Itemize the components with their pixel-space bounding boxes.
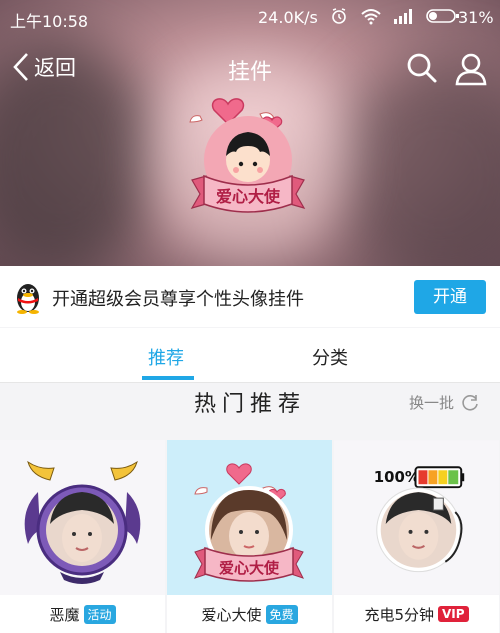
signal-icon xyxy=(394,9,412,24)
status-icons xyxy=(330,7,460,25)
vip-banner: 开通超级会员尊享个性头像挂件 开通 xyxy=(0,266,500,327)
pendant-card-charging[interactable]: 100% 充电5分钟 VIP xyxy=(334,440,499,633)
user-icon[interactable] xyxy=(454,52,488,86)
tab-recommend[interactable]: 推荐 xyxy=(148,344,184,370)
pendant-card-devil[interactable]: 恶魔 活动 xyxy=(0,440,165,633)
refresh-label: 换一批 xyxy=(409,394,455,412)
battery-icon xyxy=(426,9,459,23)
activity-tag: 活动 xyxy=(83,604,116,624)
card-caption: 充电5分钟 VIP xyxy=(334,595,499,633)
vip-tag: VIP xyxy=(438,606,469,622)
status-bar: 上午10:58 24.0K/s 31% xyxy=(0,0,500,36)
featured-pendant-label: 爱心大使 xyxy=(216,187,281,206)
free-tag: 免费 xyxy=(265,604,298,624)
status-time: 上午10:58 xyxy=(10,12,89,31)
battery-percentage: 31% xyxy=(458,8,494,27)
tab-bar: 推荐 分类 xyxy=(0,328,500,382)
devil-pendant-image xyxy=(0,440,165,595)
pendant-name: 恶魔 xyxy=(49,605,80,624)
love-ambassador-ribbon-text: 爱心大使 xyxy=(219,559,280,577)
featured-pendant-image: 爱心大使 xyxy=(189,98,306,213)
love-ambassador-pendant-image: 爱心大使 xyxy=(167,440,332,595)
search-icon[interactable] xyxy=(406,52,438,84)
top-nav: 返回 挂件 xyxy=(0,48,500,92)
card-caption: 恶魔 活动 xyxy=(0,595,165,633)
wifi-icon xyxy=(361,9,381,25)
header-background: 爱心大使 xyxy=(0,0,500,266)
charging-pendant-image: 100% xyxy=(334,440,499,595)
alarm-icon xyxy=(332,8,346,24)
network-speed: 24.0K/s xyxy=(258,8,318,27)
refresh-icon xyxy=(462,394,478,411)
pendant-name: 爱心大使 xyxy=(201,605,262,624)
battery-full-text: 100% xyxy=(374,468,420,486)
open-vip-button[interactable]: 开通 xyxy=(414,280,486,314)
card-caption: 爱心大使 免费 xyxy=(167,595,332,633)
tab-category[interactable]: 分类 xyxy=(312,344,348,370)
pendant-name: 充电5分钟 xyxy=(364,605,434,624)
vip-promo-text: 开通超级会员尊享个性头像挂件 xyxy=(52,289,304,310)
refresh-button[interactable]: 换一批 xyxy=(409,392,480,413)
active-tab-indicator xyxy=(142,376,194,380)
divider xyxy=(0,382,500,383)
pendant-card-love-ambassador[interactable]: 爱心大使 爱心大使 免费 xyxy=(167,440,332,633)
qq-penguin-icon xyxy=(17,284,39,314)
